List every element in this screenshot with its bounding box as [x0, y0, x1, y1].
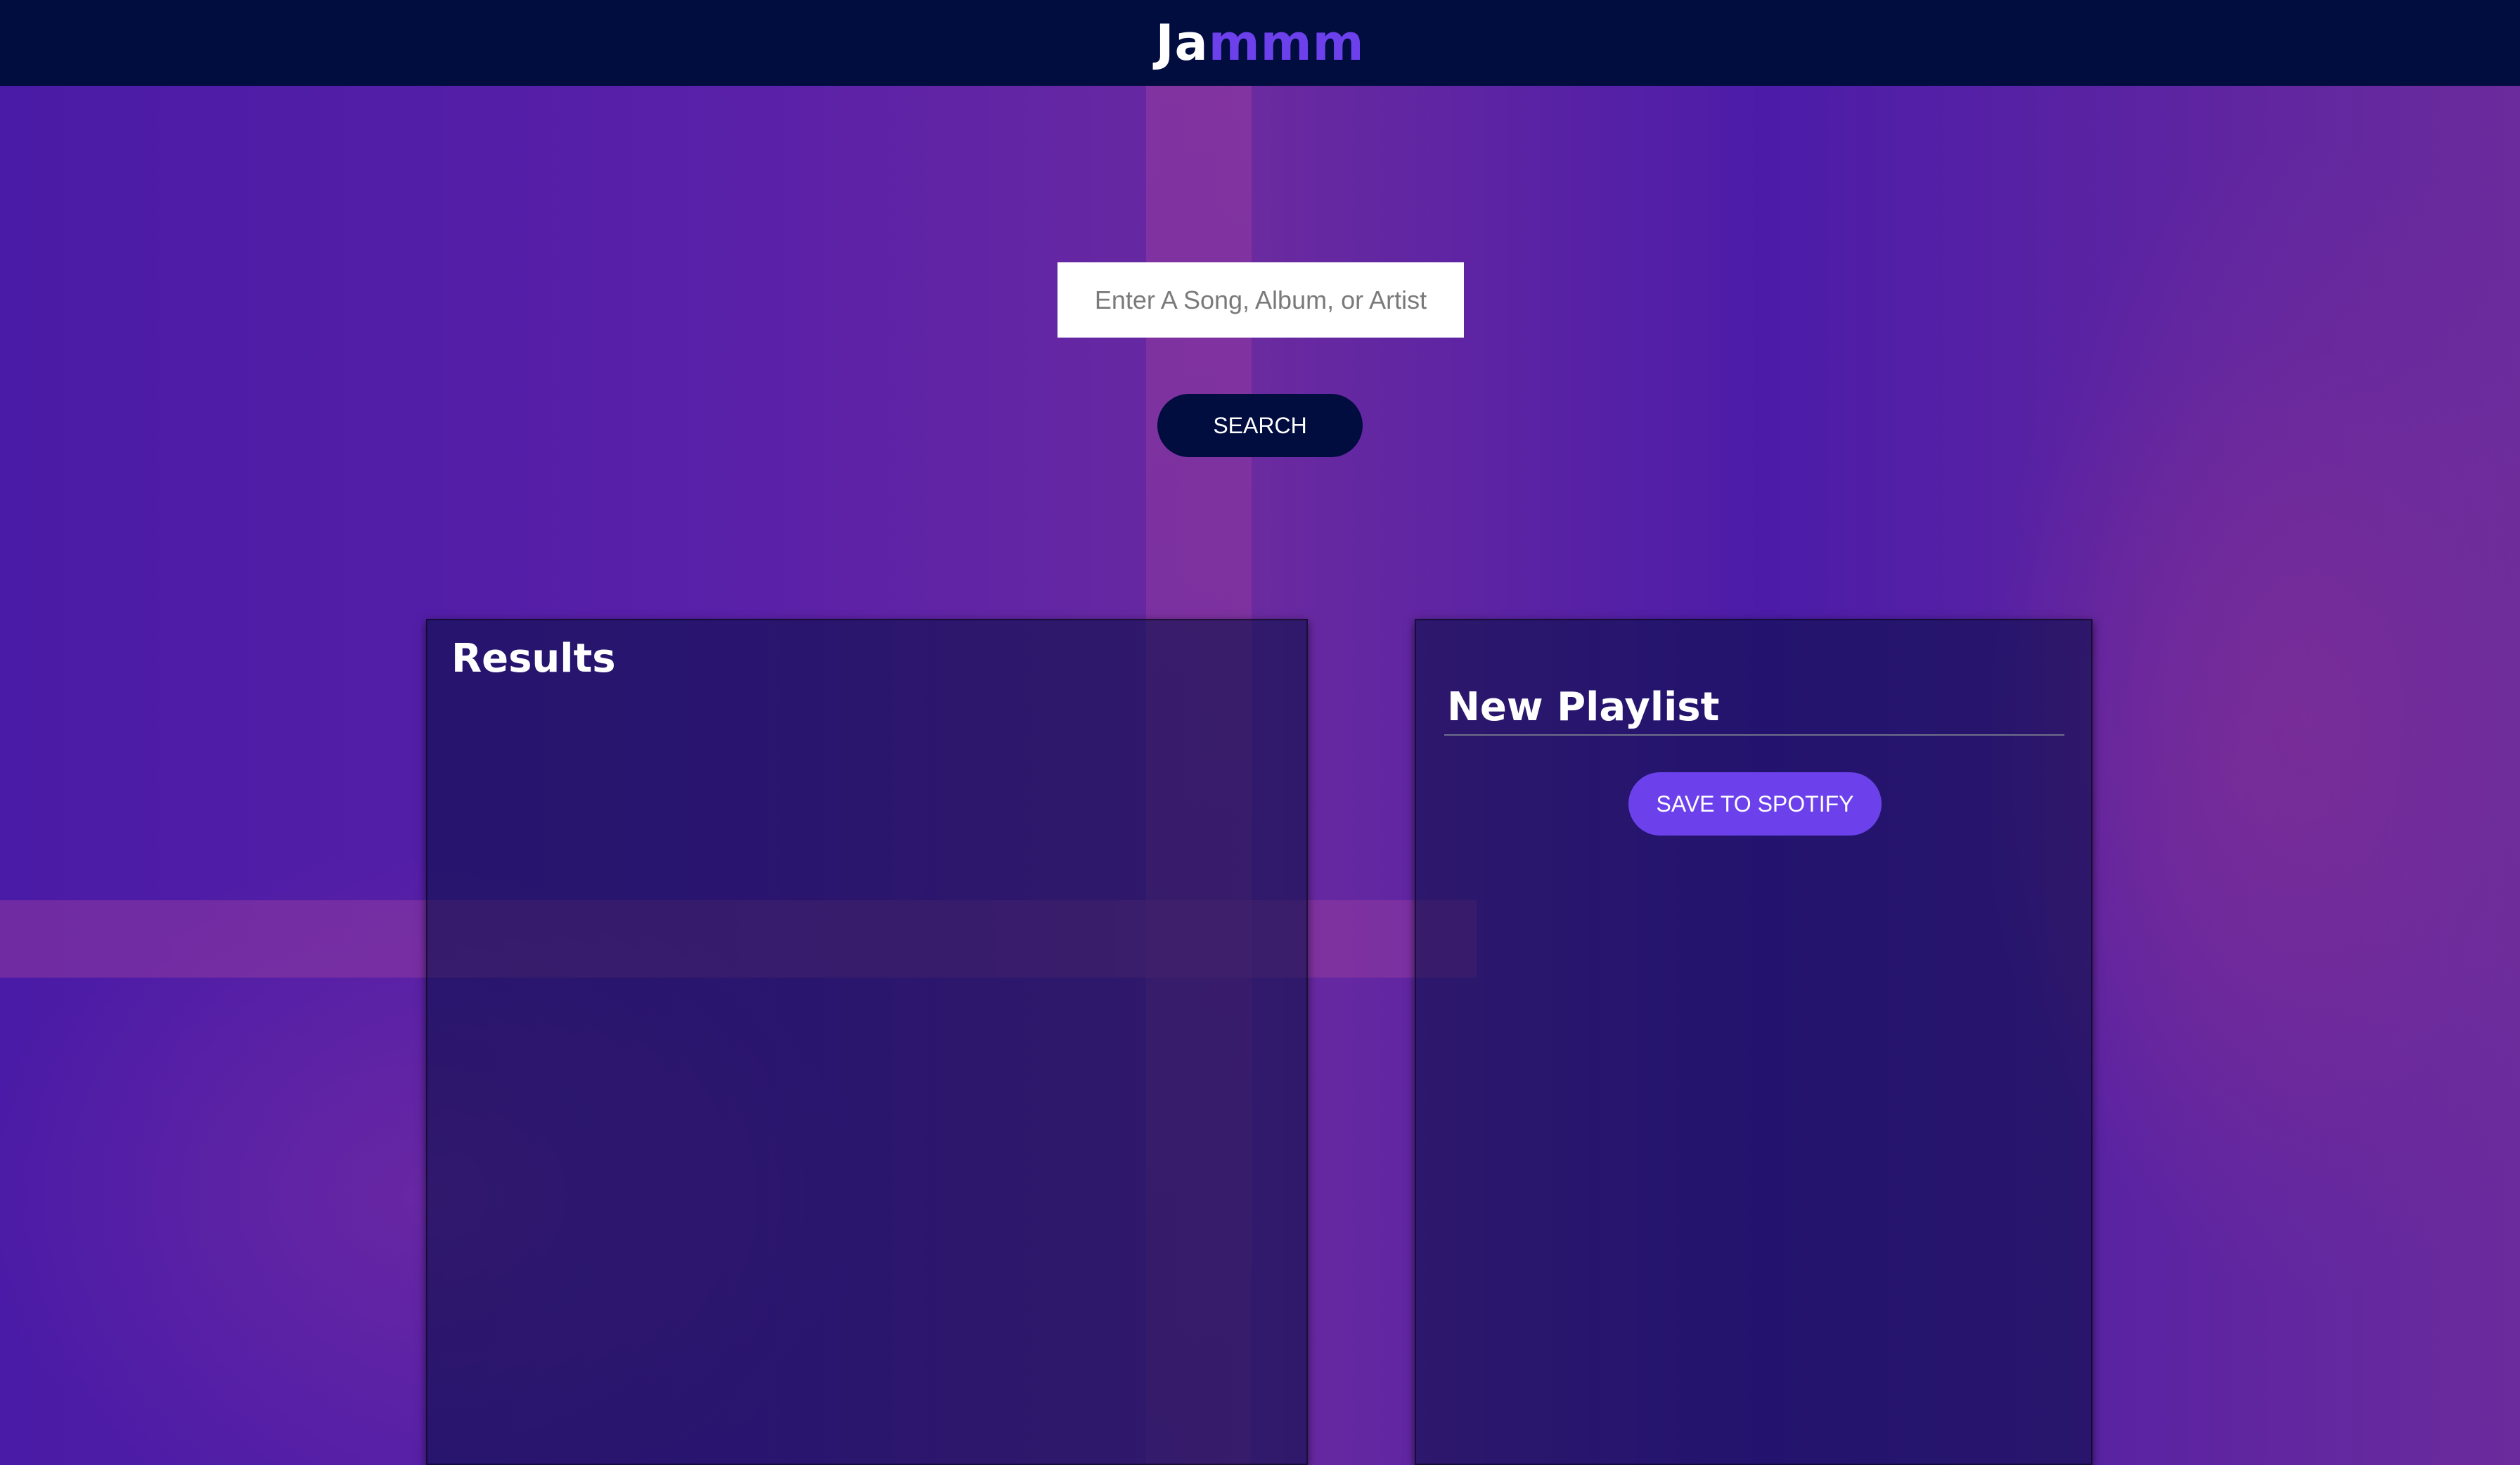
results-title: Results — [451, 636, 616, 682]
playlist-panel: SAVE TO SPOTIFY — [1415, 619, 2092, 1465]
logo-part-2: mmm — [1208, 14, 1365, 72]
save-to-spotify-button[interactable]: SAVE TO SPOTIFY — [1628, 772, 1882, 836]
results-panel: Results — [426, 619, 1308, 1465]
logo-part-1: Ja — [1155, 14, 1209, 72]
search-button[interactable]: SEARCH — [1157, 394, 1363, 457]
search-input[interactable] — [1058, 262, 1464, 338]
app-logo: Jammm — [1155, 14, 1364, 72]
top-bar: Jammm — [0, 0, 2520, 86]
playlist-name-input[interactable] — [1444, 679, 2064, 736]
